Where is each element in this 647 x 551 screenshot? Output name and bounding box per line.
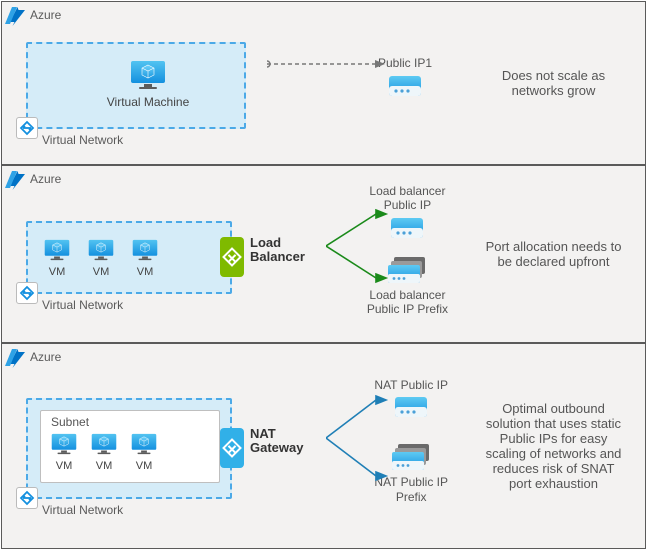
azure-icon (4, 168, 28, 192)
vnet-icon (16, 117, 38, 139)
virtual-network-box: VM VM VM Virtual Network (26, 221, 232, 294)
subnet-label: Subnet (51, 415, 209, 429)
vnet-label: Virtual Network (42, 503, 123, 517)
vm-node: VM (132, 239, 158, 278)
vnet-icon (16, 487, 38, 509)
description: Optimal outbound solution that uses stat… (462, 344, 645, 548)
nat-public-ip-prefix-label: NAT Public IP Prefix (374, 475, 448, 504)
vm-label: VM (137, 266, 154, 278)
vm-icon (91, 433, 117, 458)
vnet-label: Virtual Network (42, 133, 123, 147)
vm-icon (51, 433, 77, 458)
vm-label: VM (56, 460, 73, 472)
section-nat-gateway: Azure Subnet VM VM (2, 342, 645, 548)
ip-prefix-icon (388, 256, 426, 284)
lb-public-ip-label: Load balancer Public IP (369, 184, 445, 213)
section-load-balancer: Azure VM VM V (2, 164, 645, 342)
vm-label: VM (93, 266, 110, 278)
vm-node: VM (88, 239, 114, 278)
vm-icon (88, 239, 114, 264)
vm-icon (130, 60, 166, 93)
lb-public-ip-prefix-label: Load balancer Public IP Prefix (367, 288, 448, 317)
load-balancer-device (220, 237, 244, 277)
vm-icon (131, 433, 157, 458)
vm-node: VM (51, 433, 77, 472)
vm-node: Virtual Machine (62, 56, 234, 113)
public-ip-node: Public IP1 (378, 56, 432, 99)
description: Port allocation needs to be declared upf… (462, 166, 645, 342)
load-balancer-icon (222, 247, 242, 267)
vm-label: VM (49, 266, 66, 278)
lb-public-ip-prefix-node: Load balancer Public IP Prefix (367, 256, 448, 317)
load-balancer-label: Load Balancer (250, 236, 305, 265)
subnet-box: Subnet VM VM (40, 410, 220, 483)
ip-prefix-icon (392, 443, 430, 471)
public-ip-icon (390, 217, 424, 242)
nat-public-ip-label: NAT Public IP (374, 378, 448, 392)
azure-icon (4, 346, 28, 370)
nat-gateway-label: NAT Gateway (250, 427, 303, 456)
virtual-network-box: Subnet VM VM (26, 398, 232, 499)
azure-label: Azure (26, 172, 65, 186)
description: Does not scale as networks grow (462, 2, 645, 164)
vm-node: VM (131, 433, 157, 472)
azure-label: Azure (26, 350, 65, 364)
nat-gateway-icon (222, 438, 242, 458)
nat-public-ip-node: NAT Public IP (374, 378, 448, 421)
nat-public-ip-prefix-node: NAT Public IP Prefix (374, 443, 448, 504)
lb-public-ip-node: Load balancer Public IP (369, 184, 445, 242)
public-ip-icon (388, 75, 422, 100)
vm-label: Virtual Machine (107, 95, 190, 109)
virtual-network-box: Virtual Machine Virtual Network (26, 42, 246, 129)
vm-icon (132, 239, 158, 264)
vnet-label: Virtual Network (42, 298, 123, 312)
azure-label: Azure (26, 8, 65, 22)
public-ip-icon (394, 396, 428, 421)
azure-icon (4, 4, 28, 28)
vm-icon (44, 239, 70, 264)
vnet-icon (16, 282, 38, 304)
vm-node: VM (44, 239, 70, 278)
diagram-sections: Azure Virtual Machine Virtual Network (1, 1, 646, 549)
vm-label: VM (136, 460, 153, 472)
vm-node: VM (91, 433, 117, 472)
public-ip-label: Public IP1 (378, 56, 432, 70)
vm-label: VM (96, 460, 113, 472)
nat-gateway-device (220, 428, 244, 468)
section-single-vm: Azure Virtual Machine Virtual Network (2, 2, 645, 164)
